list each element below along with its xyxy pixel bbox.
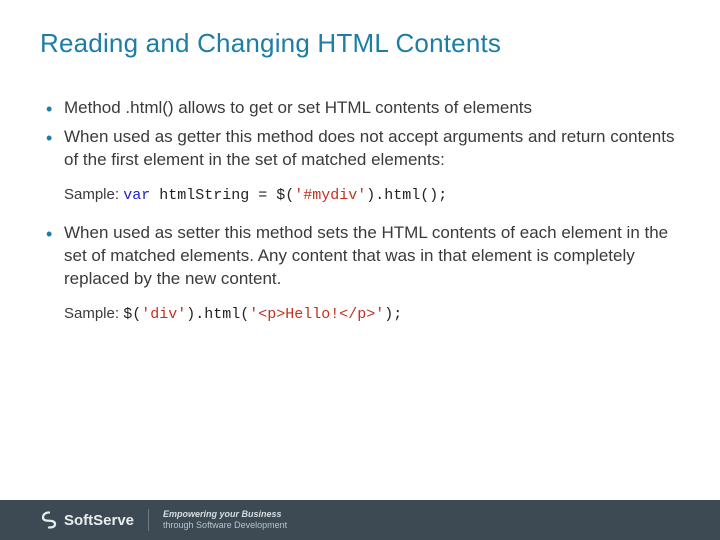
code-string: '#mydiv'	[294, 187, 366, 204]
footer-tagline: Empowering your Business through Softwar…	[163, 509, 287, 531]
code-text: $(	[123, 306, 141, 323]
code-sample-getter: Sample: var htmlString = $('#mydiv').htm…	[64, 186, 680, 204]
bullet-list: Method .html() allows to get or set HTML…	[40, 97, 680, 172]
code-text: ).html();	[366, 187, 447, 204]
code-text: ).html(	[186, 306, 249, 323]
code-text: htmlString = $(	[150, 187, 294, 204]
brand-name: SoftServe	[64, 512, 134, 529]
brand-logo: SoftServe	[40, 511, 134, 529]
code-sample-setter: Sample: $('div').html('<p>Hello!</p>');	[64, 305, 680, 323]
slide-title: Reading and Changing HTML Contents	[40, 28, 680, 59]
code-text: );	[384, 306, 402, 323]
code-keyword: var	[123, 187, 150, 204]
tagline-line1: Empowering your Business	[163, 509, 287, 520]
list-item: When used as getter this method does not…	[44, 126, 680, 172]
logo-mark-icon	[40, 511, 58, 529]
list-item: Method .html() allows to get or set HTML…	[44, 97, 680, 120]
footer-bar: SoftServe Empowering your Business throu…	[0, 500, 720, 540]
footer-divider	[148, 509, 149, 531]
slide: Reading and Changing HTML Contents Metho…	[0, 0, 720, 540]
code-string: 'div'	[141, 306, 186, 323]
code-string: '<p>Hello!</p>'	[249, 306, 384, 323]
list-item: When used as setter this method sets the…	[44, 222, 680, 291]
sample-label: Sample:	[64, 186, 123, 203]
sample-label: Sample:	[64, 305, 123, 322]
tagline-line2: through Software Development	[163, 520, 287, 531]
bullet-list: When used as setter this method sets the…	[40, 222, 680, 291]
